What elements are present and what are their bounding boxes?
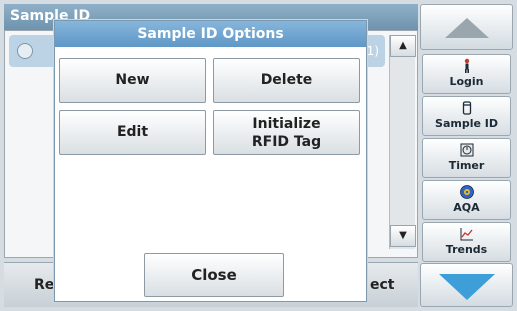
delete-button-label: Delete: [260, 72, 313, 88]
sidebar-scroll-down-button[interactable]: [420, 263, 513, 307]
person-icon: [459, 58, 475, 74]
sidebar-item-label: Login: [449, 75, 484, 88]
close-button-label: Close: [191, 266, 237, 284]
sidebar-item-label: Trends: [445, 243, 488, 256]
sidebar-item-timer[interactable]: Timer: [422, 138, 511, 178]
close-button[interactable]: Close: [144, 253, 284, 297]
sidebar-item-aqa[interactable]: AQA: [422, 180, 511, 220]
sample-id-options-dialog: Sample ID Options New Delete Edit Initia…: [54, 20, 367, 302]
initialize-rfid-tag-button[interactable]: Initialize RFID Tag: [213, 110, 360, 155]
aqa-globe-icon: [459, 184, 475, 200]
screen: Sample ID 01) ▲ ▼ Re ect Login Sample ID…: [0, 0, 517, 311]
sidebar-scroll-up-button[interactable]: [420, 4, 513, 50]
new-button[interactable]: New: [59, 58, 206, 103]
sidebar: Login Sample ID Timer AQA Trends: [420, 4, 513, 307]
sample-vial-icon: [459, 100, 475, 116]
return-button[interactable]: Re: [34, 263, 54, 308]
scroll-down-button[interactable]: ▼: [390, 225, 416, 247]
delete-button[interactable]: Delete: [213, 58, 360, 103]
initialize-button-label-line2: RFID Tag: [251, 134, 322, 150]
edit-button-label: Edit: [116, 124, 149, 140]
sidebar-item-label: AQA: [453, 201, 480, 214]
edit-button[interactable]: Edit: [59, 110, 206, 155]
timer-icon: [459, 142, 475, 158]
sidebar-item-label: Timer: [448, 159, 485, 172]
scrollbar[interactable]: ▲ ▼: [389, 35, 416, 249]
new-button-label: New: [115, 72, 150, 88]
triangle-up-icon: [445, 18, 489, 38]
initialize-button-label-line1: Initialize: [252, 116, 321, 132]
radio-button[interactable]: [17, 43, 33, 59]
scroll-up-button[interactable]: ▲: [390, 35, 416, 57]
sidebar-item-trends[interactable]: Trends: [422, 222, 511, 262]
select-button-label: ect: [370, 277, 395, 293]
sidebar-item-label: Sample ID: [435, 117, 498, 130]
select-button[interactable]: ect: [370, 263, 395, 308]
triangle-down-icon: [439, 274, 495, 300]
dialog-title: Sample ID Options: [55, 21, 366, 47]
sidebar-item-login[interactable]: Login: [422, 54, 511, 94]
return-button-label: Re: [34, 277, 55, 293]
sidebar-item-sample-id[interactable]: Sample ID: [422, 96, 511, 136]
trend-chart-icon: [459, 226, 475, 242]
